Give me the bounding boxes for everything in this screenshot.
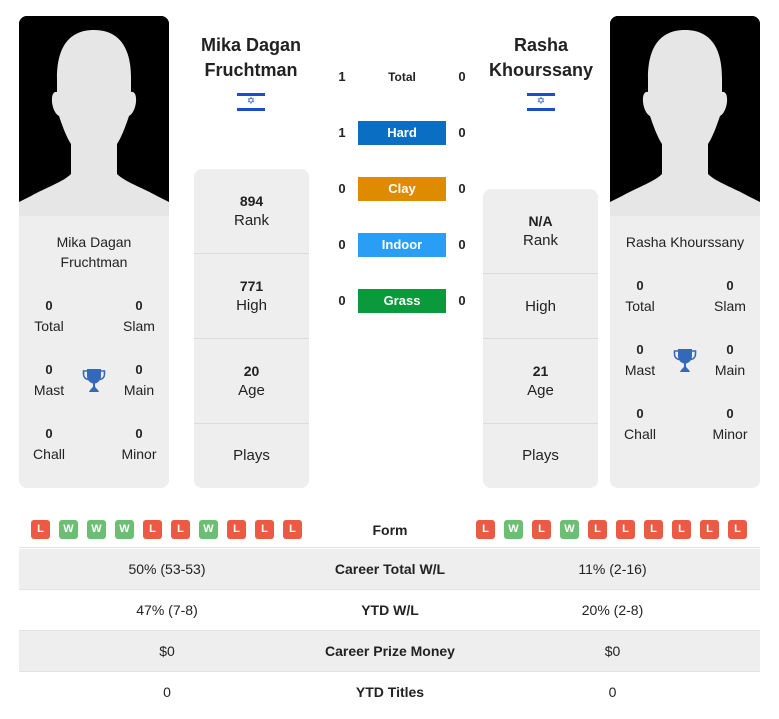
player2-titles-total: 0 Total bbox=[625, 278, 655, 314]
stat-row-career-total-wl: 50% (53-53) Career Total W/L 11% (2-16) bbox=[19, 549, 760, 590]
player2-card-name: Rasha Khourssany bbox=[625, 234, 745, 250]
surface-clay-badge[interactable]: Clay bbox=[358, 177, 446, 201]
player2-rank-stack: N/A Rank High 21 Age Plays bbox=[483, 189, 598, 488]
form-label: Form bbox=[372, 522, 408, 538]
player2-form-badge-loss[interactable]: L bbox=[728, 520, 747, 539]
player2-form-badge-loss[interactable]: L bbox=[532, 520, 551, 539]
h2h-row-grass: 0 Grass 0 bbox=[330, 289, 475, 313]
player2-form-badge-loss[interactable]: L bbox=[700, 520, 719, 539]
player1-card: Mika Dagan Fruchtman 0 Total 0 Slam 0 Ma… bbox=[19, 16, 169, 488]
surface-grass-badge[interactable]: Grass bbox=[358, 289, 446, 313]
player2-titles-slam: 0 Slam bbox=[714, 278, 746, 314]
player2-age: 21 Age bbox=[527, 363, 554, 399]
stat-row-ytd-wl: 47% (7-8) YTD W/L 20% (2-8) bbox=[19, 590, 760, 631]
player1-photo bbox=[19, 16, 169, 216]
h2h-row-hard: 1 Hard 0 bbox=[330, 121, 475, 145]
player1-titles-total: 0 Total bbox=[34, 298, 64, 334]
player1-form-badge-win[interactable]: W bbox=[87, 520, 106, 539]
player1-titles-main: 0 Main bbox=[123, 362, 155, 398]
silhouette-icon bbox=[610, 16, 760, 216]
player1-form-badge-loss[interactable]: L bbox=[255, 520, 274, 539]
player1-age: 20 Age bbox=[238, 363, 265, 399]
form-row: LWWWLLWLLL Form LWLWLLLLLL bbox=[19, 512, 760, 548]
player2-form-badge-loss[interactable]: L bbox=[476, 520, 495, 539]
israel-flag-icon: ✡ bbox=[237, 92, 265, 112]
player1-titles-minor: 0 Minor bbox=[121, 426, 157, 462]
player1-form-badge-loss[interactable]: L bbox=[31, 520, 50, 539]
player2-form-badge-loss[interactable]: L bbox=[672, 520, 691, 539]
player2-card: Rasha Khourssany 0 Total 0 Slam 0 Mast 0… bbox=[610, 16, 760, 488]
player1-form-badge-win[interactable]: W bbox=[199, 520, 218, 539]
player1-titles-mast: 0 Mast bbox=[33, 362, 65, 398]
surface-indoor-badge[interactable]: Indoor bbox=[358, 233, 446, 257]
surface-hard-badge[interactable]: Hard bbox=[358, 121, 446, 145]
player2-titles-minor: 0 Minor bbox=[712, 406, 748, 442]
player1-form-badge-loss[interactable]: L bbox=[283, 520, 302, 539]
player1-form-badge-loss[interactable]: L bbox=[227, 520, 246, 539]
israel-flag-icon: ✡ bbox=[527, 92, 555, 112]
h2h-row-clay: 0 Clay 0 bbox=[330, 177, 475, 201]
player1-high: 771 High bbox=[236, 278, 267, 314]
player2-form-badge-loss[interactable]: L bbox=[588, 520, 607, 539]
player1-form-badge-loss[interactable]: L bbox=[143, 520, 162, 539]
stat-row-career-prize-money: $0 Career Prize Money $0 bbox=[19, 631, 760, 672]
player1-titles-chall: 0 Chall bbox=[33, 426, 65, 462]
player2-photo bbox=[610, 16, 760, 216]
player1-name[interactable]: Mika Dagan Fruchtman bbox=[186, 33, 316, 83]
player2-titles-mast: 0 Mast bbox=[624, 342, 656, 378]
player1-plays: Plays bbox=[233, 447, 270, 464]
player2-form-badge-win[interactable]: W bbox=[560, 520, 579, 539]
trophy-icon bbox=[82, 368, 106, 394]
player2-high: High bbox=[525, 298, 556, 315]
player2-plays: Plays bbox=[522, 447, 559, 464]
h2h-row-total: 1 Total 0 bbox=[330, 65, 475, 89]
player1-form-badge-win[interactable]: W bbox=[115, 520, 134, 539]
player2-titles-chall: 0 Chall bbox=[624, 406, 656, 442]
player2-form-badge-loss[interactable]: L bbox=[644, 520, 663, 539]
player1-form-badge-loss[interactable]: L bbox=[171, 520, 190, 539]
player1-card-name: Mika Dagan Fruchtman bbox=[56, 234, 132, 270]
player2-name[interactable]: Rasha Khourssany bbox=[476, 33, 606, 83]
player1-titles-slam: 0 Slam bbox=[123, 298, 155, 334]
player2-rank: N/A Rank bbox=[522, 213, 559, 249]
surface-total-label: Total bbox=[388, 70, 416, 84]
trophy-icon bbox=[673, 348, 697, 374]
player1-rank-stack: 894 Rank 771 High 20 Age Plays bbox=[194, 169, 309, 488]
stat-row-ytd-titles: 0 YTD Titles 0 bbox=[163, 684, 617, 700]
h2h-row-indoor: 0 Indoor 0 bbox=[330, 233, 475, 257]
player1-form-badge-win[interactable]: W bbox=[59, 520, 78, 539]
player2-form-badge-loss[interactable]: L bbox=[616, 520, 635, 539]
player2-titles-main: 0 Main bbox=[714, 342, 746, 378]
player1-rank: 894 Rank bbox=[233, 193, 270, 229]
player2-form-badge-win[interactable]: W bbox=[504, 520, 523, 539]
silhouette-icon bbox=[19, 16, 169, 216]
